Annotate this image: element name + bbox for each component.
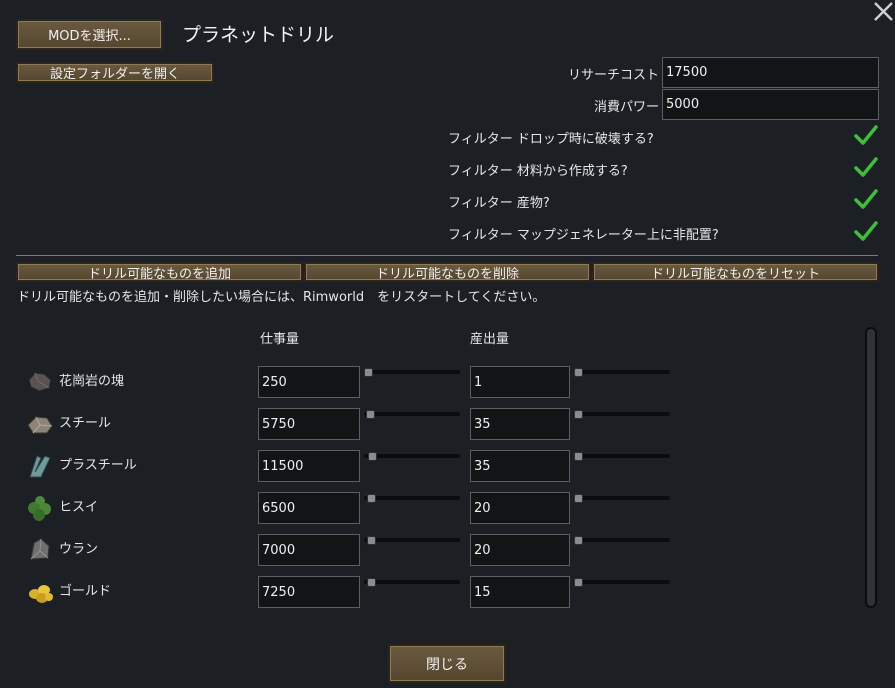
output-slider[interactable] [574, 454, 670, 458]
resource-name: ゴールド [59, 584, 112, 599]
resource-name: プラスチール [59, 458, 137, 473]
resource-name: スチール [59, 416, 112, 431]
power-consumption-label: 消費パワー [593, 100, 659, 115]
work-amount-field[interactable]: 6500 [258, 492, 360, 524]
work-amount-field[interactable]: 7250 [258, 576, 360, 608]
checkbox-label: フィルター ドロップ時に破壊する? [448, 132, 654, 147]
output-slider[interactable] [574, 580, 670, 584]
output-amount-field[interactable]: 20 [470, 492, 570, 524]
work-slider[interactable] [364, 370, 460, 374]
work-slider-thumb[interactable] [366, 410, 375, 419]
work-slider[interactable] [364, 454, 460, 458]
research-cost-field[interactable]: 17500 [662, 57, 879, 88]
work-slider-thumb[interactable] [368, 452, 377, 461]
work-slider-thumb[interactable] [367, 578, 376, 587]
restart-info-text: ドリル可能なものを追加・削除したい場合には、Rimworld をリスタートしてく… [17, 290, 546, 305]
output-slider[interactable] [574, 538, 670, 542]
work-slider[interactable] [364, 538, 460, 542]
window-title: プラネットドリル [182, 24, 335, 46]
work-amount-field[interactable]: 7000 [258, 534, 360, 566]
checkbox-label: フィルター マップジェネレーター上に非配置? [448, 228, 719, 243]
steel-icon [25, 408, 55, 438]
divider [16, 255, 878, 256]
close-button[interactable]: 閉じる [388, 644, 506, 683]
output-slider-thumb[interactable] [574, 410, 583, 419]
work-amount-field[interactable]: 11500 [258, 450, 360, 482]
resource-name: ヒスイ [59, 500, 99, 515]
output-slider-thumb[interactable] [574, 452, 583, 461]
plasteel-icon [25, 450, 55, 480]
power-consumption-field[interactable]: 5000 [662, 89, 879, 120]
work-slider-thumb[interactable] [364, 368, 373, 377]
uranium-icon [25, 534, 55, 564]
select-mod-button[interactable]: MODを選択... [16, 19, 163, 50]
output-slider-thumb[interactable] [574, 536, 583, 545]
output-amount-field[interactable]: 35 [470, 450, 570, 482]
work-slider-thumb[interactable] [367, 494, 376, 503]
granite-chunk-icon [25, 366, 55, 396]
add-drillable-button[interactable]: ドリル可能なものを追加 [16, 262, 303, 282]
check-icon[interactable] [854, 123, 878, 147]
work-slider[interactable] [364, 496, 460, 500]
resource-name: ウラン [59, 542, 99, 557]
work-column-header: 仕事量 [260, 332, 300, 347]
checkbox-label: フィルター 材料から作成する? [448, 164, 628, 179]
research-cost-label: リサーチコスト [567, 68, 659, 83]
output-slider[interactable] [574, 412, 670, 416]
output-slider-thumb[interactable] [574, 578, 583, 587]
jade-icon [25, 492, 55, 522]
gold-icon [25, 576, 55, 606]
check-icon[interactable] [854, 219, 878, 243]
output-slider[interactable] [574, 496, 670, 500]
scrollbar[interactable] [865, 327, 877, 608]
work-slider-thumb[interactable] [367, 536, 376, 545]
output-slider-thumb[interactable] [574, 368, 583, 377]
work-amount-field[interactable]: 5750 [258, 408, 360, 440]
work-slider[interactable] [364, 580, 460, 584]
checkbox-label: フィルター 産物? [448, 196, 550, 211]
output-slider[interactable] [574, 370, 670, 374]
work-amount-field[interactable]: 250 [258, 366, 360, 398]
output-slider-thumb[interactable] [574, 494, 583, 503]
output-amount-field[interactable]: 1 [470, 366, 570, 398]
open-settings-folder-button[interactable]: 設定フォルダーを開く [16, 62, 214, 83]
work-slider[interactable] [364, 412, 460, 416]
check-icon[interactable] [854, 187, 878, 211]
output-amount-field[interactable]: 35 [470, 408, 570, 440]
remove-drillable-button[interactable]: ドリル可能なものを削除 [304, 262, 591, 282]
close-icon[interactable] [872, 0, 895, 23]
check-icon[interactable] [854, 155, 878, 179]
scrollbar-thumb[interactable] [867, 329, 875, 606]
output-amount-field[interactable]: 20 [470, 534, 570, 566]
reset-drillable-button[interactable]: ドリル可能なものをリセット [592, 262, 879, 282]
output-amount-field[interactable]: 15 [470, 576, 570, 608]
output-column-header: 産出量 [470, 332, 510, 347]
resource-name: 花崗岩の塊 [59, 374, 125, 389]
